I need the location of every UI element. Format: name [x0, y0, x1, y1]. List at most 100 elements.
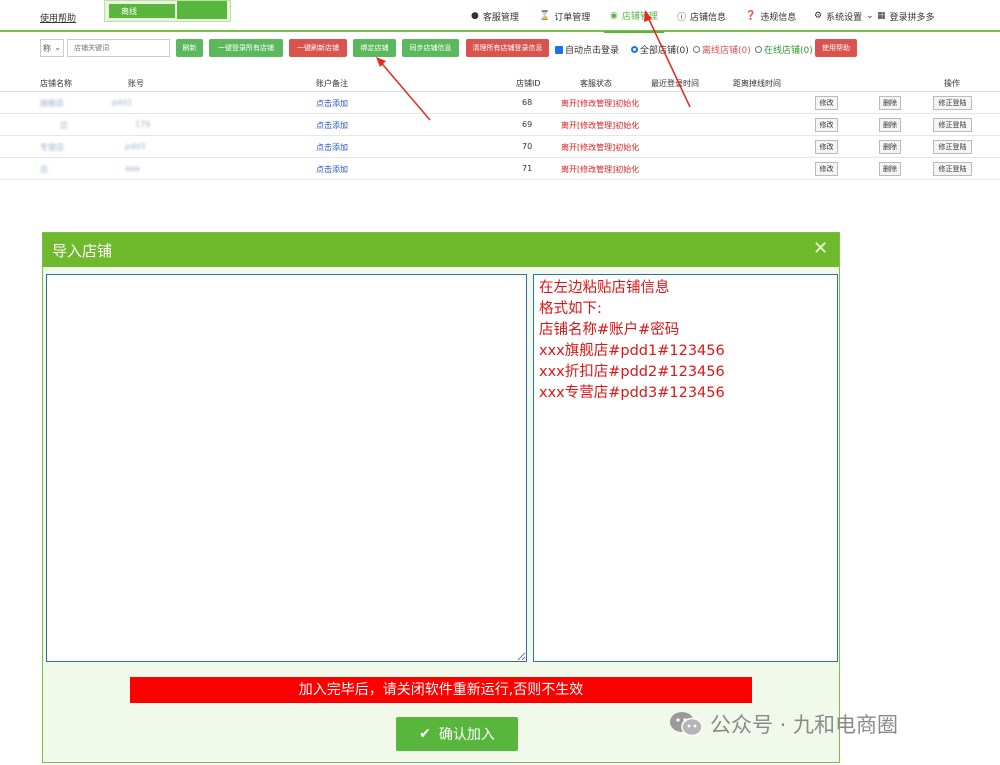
nav-label: 订单管理: [554, 12, 591, 23]
restart-warning-banner: 加入完毕后，请关闭软件重新运行,否则不生效: [130, 677, 752, 703]
column-header: 最近登录时间: [651, 79, 699, 88]
store-account: 179: [135, 120, 151, 129]
filter-label: 全部店铺(0): [640, 46, 689, 56]
account-note-link[interactable]: 点击添加: [316, 142, 348, 153]
service-status: 离开[修改管理]初始化: [561, 143, 640, 152]
clear-login-info-button[interactable]: 清理所有店铺登录信息: [466, 39, 549, 57]
nav-store-management[interactable]: ◉ 店铺管理: [604, 0, 664, 33]
column-header: 账号: [128, 79, 144, 88]
table-row: 店 aaa 点击添加 71 离开[修改管理]初始化 修改 删除 修正登陆: [0, 158, 1000, 180]
status-dropdown[interactable]: 离线: [104, 0, 231, 22]
top-nav-bar: 使用帮助 离线 ● 客服管理 ⌛ 订单管理 ◉ 店铺管理 ⓘ 店铺信息 ❓ 违规…: [0, 0, 1000, 33]
app-page: 使用帮助 离线 ● 客服管理 ⌛ 订单管理 ◉ 店铺管理 ⓘ 店铺信息 ❓ 违规…: [0, 0, 1000, 765]
refresh-all-stores-button[interactable]: 一键刷新店铺: [289, 39, 347, 57]
account-note-link[interactable]: 点击添加: [316, 98, 348, 109]
close-icon[interactable]: ✕: [813, 238, 828, 259]
info-icon: ⓘ: [677, 12, 687, 23]
delete-button[interactable]: 删除: [879, 96, 901, 110]
hint-line: xxx专营店#pdd3#123456: [539, 385, 725, 401]
auto-login-checkbox[interactable]: 自动点击登录: [555, 43, 619, 56]
format-hint-panel: 在左边粘贴店铺信息 格式如下: 店铺名称#账户#密码 xxx旗舰店#pdd1#1…: [533, 274, 838, 662]
delete-button[interactable]: 删除: [879, 140, 901, 154]
nav-label: 登录拼多多: [889, 12, 935, 23]
nav-system-settings[interactable]: ⚙ 系统设置 ⌄: [814, 0, 874, 32]
filter-offline-radio[interactable]: 离线店铺(0): [693, 43, 751, 56]
radio-icon: [693, 46, 700, 53]
store-account: pdd3: [125, 142, 146, 151]
edit-button[interactable]: 修改: [815, 162, 838, 176]
table-row: 专营店 pdd3 点击添加 70 离开[修改管理]初始化 修改 删除 修正登陆: [0, 136, 1000, 158]
usage-help-button[interactable]: 使用帮助: [815, 39, 857, 57]
check-icon: ✔: [419, 726, 431, 742]
store-account: pdd1: [112, 98, 133, 107]
table-row: 旗舰店 pdd1 点击添加 68 离开[修改管理]初始化 修改 删除 修正登陆: [0, 92, 1000, 114]
radio-icon: [755, 46, 762, 53]
radio-selected-icon: [631, 46, 638, 53]
help-link[interactable]: 使用帮助: [40, 11, 76, 24]
fix-login-button[interactable]: 修正登陆: [933, 162, 972, 176]
select-value: 称: [43, 44, 51, 53]
nav-violations[interactable]: ❓ 违规信息: [745, 0, 796, 32]
nav-store-info[interactable]: ⓘ 店铺信息: [677, 0, 726, 32]
checkbox-checked-icon: [555, 45, 563, 54]
chat-icon: ●: [471, 11, 479, 21]
column-header: 店铺ID: [516, 79, 541, 88]
dropdown-option-block[interactable]: [177, 1, 227, 19]
watermark-text: 公众号 · 九和电商圈: [710, 713, 899, 737]
edit-button[interactable]: 修改: [815, 118, 838, 132]
nav-login-pdd[interactable]: ▦ 登录拼多多: [877, 0, 935, 32]
store-id: 71: [522, 164, 533, 173]
column-header: 店铺名称: [40, 79, 72, 88]
login-all-stores-button[interactable]: 一键登录所有店铺: [209, 39, 283, 57]
table-header: 店铺名称 账号 账户备注 店铺ID 客服状态 最近登录时间 距离掉线时间 操作: [0, 74, 1000, 92]
dialog-header: 导入店铺 ✕: [43, 233, 839, 267]
search-field-select[interactable]: 称 ⌄: [40, 39, 64, 57]
import-store-dialog: 导入店铺 ✕ 在左边粘贴店铺信息 格式如下: 店铺名称#账户#密码 xxx旗舰店…: [42, 232, 840, 763]
auto-login-label: 自动点击登录: [565, 46, 620, 56]
store-info-textarea[interactable]: [46, 274, 527, 662]
dropdown-option-offline[interactable]: 离线: [109, 4, 175, 18]
refresh-button[interactable]: 刷新: [176, 39, 203, 57]
fix-login-button[interactable]: 修正登陆: [933, 118, 972, 132]
account-note-link[interactable]: 点击添加: [316, 120, 348, 131]
service-status: 离开[修改管理]初始化: [561, 99, 640, 108]
column-header: 距离掉线时间: [733, 79, 781, 88]
service-status: 离开[修改管理]初始化: [561, 165, 640, 174]
toolbar: 称 ⌄ 刷新 一键登录所有店铺 一键刷新店铺 绑定店铺 同步店铺信息 清理所有店…: [0, 37, 1000, 59]
edit-button[interactable]: 修改: [815, 140, 838, 154]
store-name: 旗舰店: [40, 99, 64, 108]
delete-button[interactable]: 删除: [879, 162, 901, 176]
nav-customer-service[interactable]: ● 客服管理: [471, 0, 519, 32]
hint-line: xxx折扣店#pdd2#123456: [539, 364, 725, 380]
filter-label: 离线店铺(0): [702, 46, 751, 56]
fix-login-button[interactable]: 修正登陆: [933, 140, 972, 154]
hint-line: 格式如下:: [539, 301, 602, 317]
column-header: 账户备注: [316, 79, 348, 88]
service-status: 离开[修改管理]初始化: [561, 121, 640, 130]
hint-line: 店铺名称#账户#密码: [539, 322, 680, 338]
confirm-label: 确认加入: [438, 727, 495, 743]
bind-store-button[interactable]: 绑定店铺: [353, 39, 396, 57]
filter-online-radio[interactable]: 在线店铺(0): [755, 43, 813, 56]
nav-orders[interactable]: ⌛ 订单管理: [539, 0, 590, 32]
search-input[interactable]: [67, 39, 170, 57]
table-row: 店 179 点击添加 69 离开[修改管理]初始化 修改 删除 修正登陆: [0, 114, 1000, 136]
chevron-down-icon: ⌄: [866, 11, 874, 21]
sync-store-info-button[interactable]: 同步店铺信息: [402, 39, 459, 57]
store-icon: ◉: [610, 10, 618, 21]
account-note-link[interactable]: 点击添加: [316, 164, 348, 175]
store-name: 店: [60, 121, 68, 130]
edit-button[interactable]: 修改: [815, 96, 838, 110]
confirm-add-button[interactable]: ✔ 确认加入: [396, 717, 518, 751]
dialog-title: 导入店铺: [52, 242, 113, 260]
chevron-down-icon: ⌄: [54, 43, 61, 52]
nav-label: 系统设置: [826, 12, 863, 23]
store-id: 70: [522, 142, 533, 151]
delete-button[interactable]: 删除: [879, 118, 901, 132]
nav-label: 店铺管理: [621, 12, 658, 22]
filter-all-radio[interactable]: 全部店铺(0): [631, 43, 689, 56]
fix-login-button[interactable]: 修正登陆: [933, 96, 972, 110]
windows-icon: ▦: [877, 11, 886, 21]
hint-line: xxx旗舰店#pdd1#123456: [539, 343, 725, 359]
store-id: 69: [522, 120, 533, 129]
